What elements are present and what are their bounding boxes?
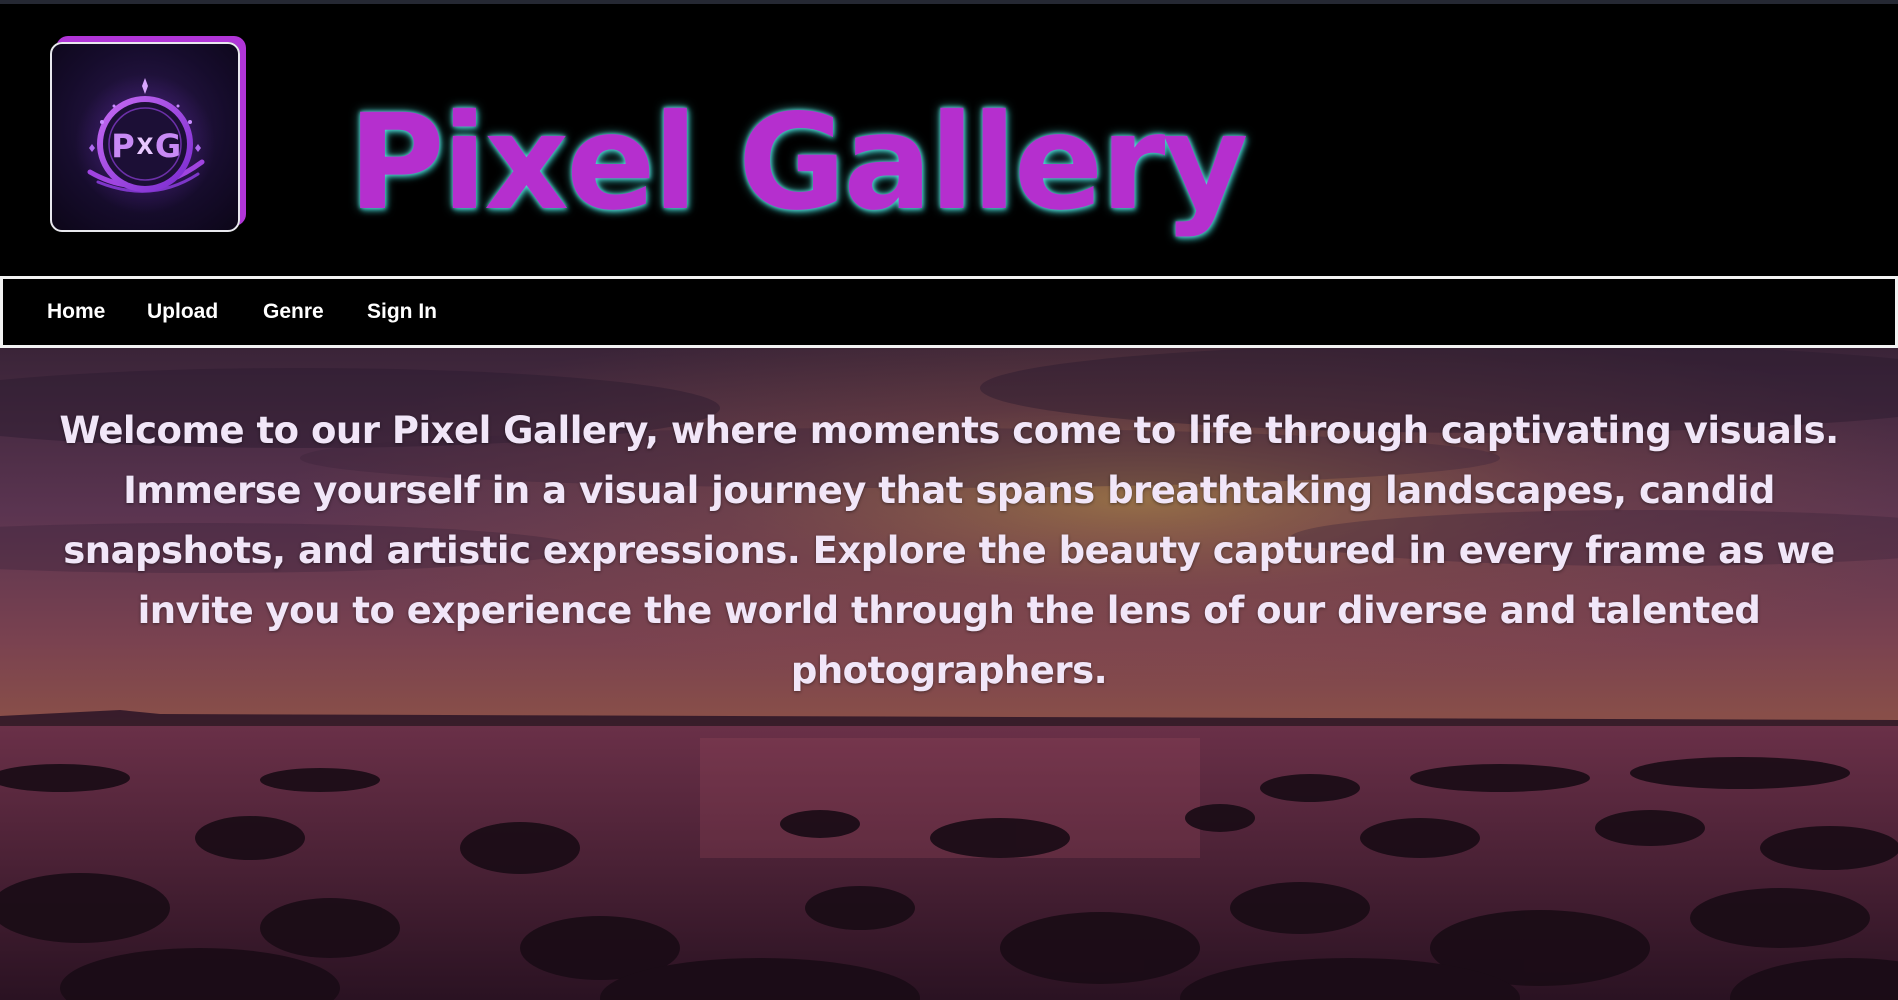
pixel-gallery-logo-icon: P X G	[75, 74, 215, 214]
logo-monogram-g: G	[155, 127, 181, 165]
site-logo[interactable]: P X G	[50, 42, 240, 232]
nav-item-sign-in[interactable]: Sign In	[367, 299, 437, 325]
logo-monogram-x: X	[137, 135, 154, 160]
hero-section: Welcome to our Pixel Gallery, where mome…	[0, 348, 1898, 1000]
logo-monogram-p: P	[111, 127, 134, 165]
nav-item-upload[interactable]: Upload	[147, 299, 218, 325]
nav-item-home[interactable]: Home	[47, 299, 105, 325]
main-nav: Home Upload Genre Sign In	[0, 276, 1898, 348]
site-title: Pixel Gallery	[348, 86, 1248, 240]
site-header: P X G Pixel Gallery	[0, 4, 1898, 276]
hero-paragraph: Welcome to our Pixel Gallery, where mome…	[59, 409, 1839, 692]
nav-item-genre[interactable]: Genre	[263, 299, 324, 325]
